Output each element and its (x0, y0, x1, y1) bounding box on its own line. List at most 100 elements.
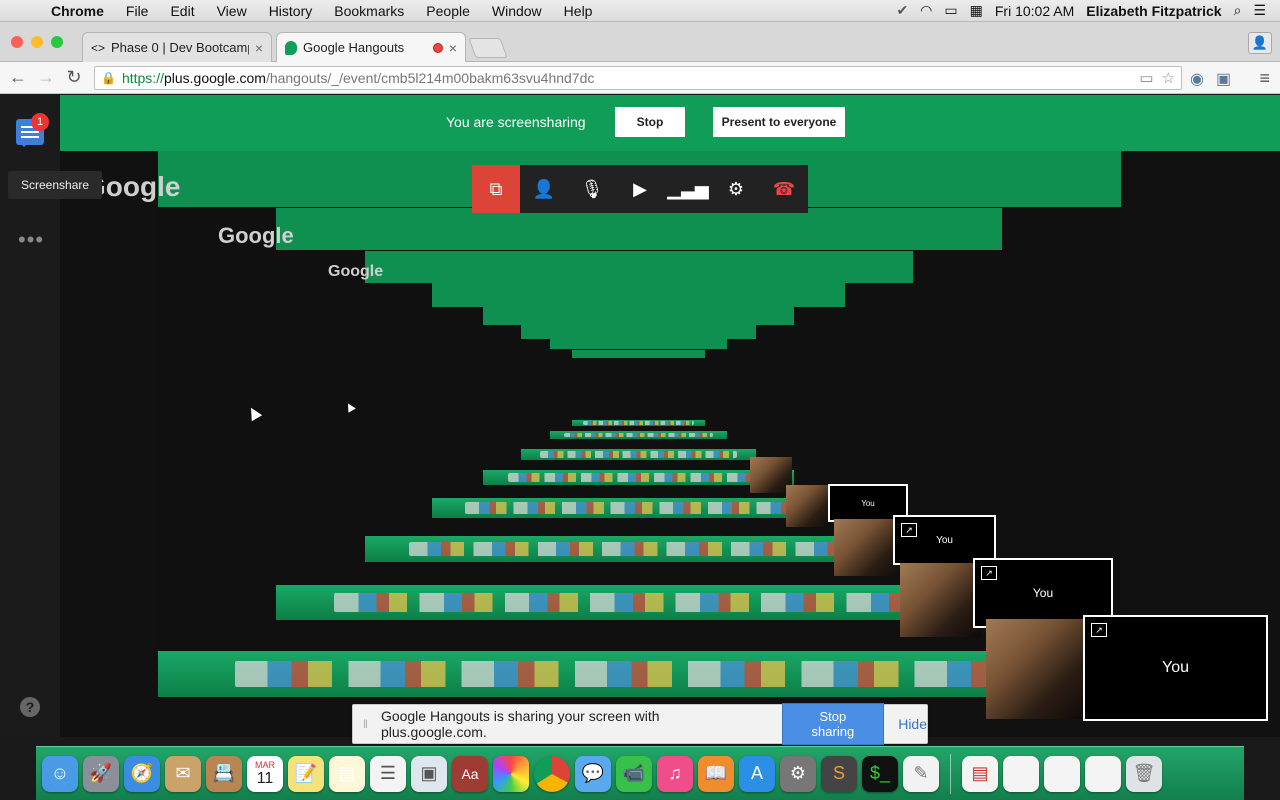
menu-history[interactable]: History (258, 3, 324, 19)
tab-google-hangouts[interactable]: Google Hangouts × (276, 32, 466, 62)
self-view-tile[interactable]: ↗ You (1083, 615, 1268, 721)
more-options-icon[interactable]: ••• (18, 227, 44, 253)
terminal-icon[interactable]: $_ (862, 755, 898, 792)
menu-window[interactable]: Window (481, 3, 553, 19)
hide-button[interactable]: Hide (898, 716, 927, 732)
menu-edit[interactable]: Edit (159, 3, 205, 19)
preview-icon[interactable]: ▣ (411, 755, 447, 792)
present-to-everyone-button[interactable]: Present to everyone (713, 107, 845, 137)
extension-icons: ◉ ▣ (1190, 69, 1231, 89)
settings-gear-icon[interactable]: ⚙ (712, 165, 760, 213)
menu-app-chrome[interactable]: Chrome (40, 3, 115, 19)
help-icon[interactable]: ? (20, 697, 40, 717)
clock[interactable]: Fri 10:02 AM (995, 3, 1074, 19)
preview-top (432, 283, 845, 307)
calendar-icon[interactable]: MAR 11 (247, 755, 283, 792)
window-controls (11, 36, 63, 48)
chrome-menu-icon[interactable]: ≡ (1259, 68, 1270, 89)
add-person-icon[interactable]: 👤 (520, 165, 568, 213)
stickies-icon[interactable]: 📝 (288, 755, 324, 792)
tab-label: Phase 0 | Dev Bootcamp (111, 40, 249, 55)
contacts-icon[interactable]: 📇 (206, 755, 242, 792)
mail-icon[interactable]: ✉ (165, 755, 201, 792)
user-name[interactable]: Elizabeth Fitzpatrick (1086, 3, 1221, 19)
dock: ☺ 🚀 🧭 ✉ 📇 MAR 11 📝 ▤ ☰ ▣ Aa 💬 📹 ♫ 📖 A ⚙ … (36, 746, 1244, 800)
preview-top (550, 339, 727, 349)
minimized-window-icon[interactable] (1044, 755, 1080, 792)
code-icon: <> (91, 40, 106, 55)
menu-file[interactable]: File (115, 3, 160, 19)
close-window-button[interactable] (11, 36, 23, 48)
maximize-window-button[interactable] (51, 36, 63, 48)
close-icon[interactable]: × (255, 40, 263, 56)
photos-icon[interactable] (493, 755, 529, 792)
calendar-tray-icon[interactable]: ▦ (970, 2, 983, 19)
chrome-icon[interactable] (534, 755, 570, 792)
hang-up-icon[interactable]: ☎ (760, 165, 808, 213)
system-preferences-icon[interactable]: ⚙ (780, 755, 816, 792)
notes-icon[interactable]: ▤ (329, 755, 365, 792)
screenshare-preview (572, 350, 705, 426)
close-icon[interactable]: × (449, 40, 457, 56)
minimized-window-icon[interactable] (1003, 755, 1039, 792)
reminders-icon[interactable]: ☰ (370, 755, 406, 792)
document-icon[interactable]: ▤ (962, 755, 998, 792)
pop-out-icon[interactable]: ↗ (1091, 623, 1107, 637)
preview-dock (158, 651, 1121, 697)
hangouts-icon (285, 40, 297, 55)
stop-button[interactable]: Stop (615, 107, 685, 137)
itunes-icon[interactable]: ♫ (657, 755, 693, 792)
screenshare-banner: You are screensharing Stop Present to ev… (60, 95, 1280, 151)
minimized-window-icon[interactable] (1085, 755, 1121, 792)
recording-icon (432, 42, 443, 53)
new-tab-button[interactable] (468, 38, 508, 58)
menu-view[interactable]: View (206, 3, 258, 19)
safari-icon[interactable]: 🧭 (124, 755, 160, 792)
dictionary-icon[interactable]: Aa (452, 755, 488, 792)
mic-muted-icon[interactable]: 🎙 (568, 165, 616, 213)
trash-icon[interactable]: 🗑 (1126, 755, 1162, 792)
google-logo: Google (218, 223, 294, 248)
forward-button[interactable]: → (32, 67, 60, 88)
notification-center-icon[interactable]: ☰ (1253, 2, 1266, 19)
screenshare-toggle-icon[interactable]: ⧉ (472, 165, 520, 213)
menu-people[interactable]: People (415, 3, 481, 19)
stop-sharing-button[interactable]: Stop sharing (781, 703, 885, 745)
webcam-thumbnail (834, 519, 902, 576)
url-path: /hangouts/_/event/cmb5l214m00bakm63svu4h… (265, 70, 595, 86)
self-view-label: You (936, 534, 953, 546)
menu-help[interactable]: Help (553, 3, 604, 19)
url-scheme: https:// (121, 70, 164, 86)
wifi-icon[interactable]: ◠ (920, 2, 932, 19)
battery-icon[interactable]: ▭ (944, 2, 957, 19)
camera-off-icon[interactable]: ▶ (616, 165, 664, 213)
extension-icon[interactable]: ◉ (1190, 69, 1204, 89)
hangouts-page: Google Google Google You are screenshari… (0, 95, 1280, 737)
messages-icon[interactable]: 💬 (575, 755, 611, 792)
drag-handle-icon[interactable]: ‖ (363, 717, 377, 731)
sublime-text-icon[interactable]: S (821, 755, 857, 792)
minimize-window-button[interactable] (31, 36, 43, 48)
reload-button[interactable]: ↻ (60, 67, 88, 88)
menu-bookmarks[interactable]: Bookmarks (323, 3, 415, 19)
pop-out-icon[interactable]: ↗ (901, 523, 917, 537)
textedit-icon[interactable]: ✎ (903, 755, 939, 792)
check-icon[interactable]: ✔ (896, 2, 908, 19)
camera-icon[interactable]: ▭ (1139, 69, 1153, 87)
address-bar[interactable]: 🔒 https:// plus.google.com /hangouts/_/e… (94, 66, 1182, 90)
preview-dock (432, 498, 845, 518)
back-button[interactable]: ← (4, 67, 32, 88)
app-store-icon[interactable]: A (739, 755, 775, 792)
facetime-icon[interactable]: 📹 (616, 755, 652, 792)
signal-bars-icon[interactable]: ▁▃▅ (664, 165, 712, 213)
launchpad-icon[interactable]: 🚀 (83, 755, 119, 792)
call-controls: ⧉ 👤 🎙 ▶ ▁▃▅ ⚙ ☎ (472, 165, 808, 213)
profile-icon[interactable]: 👤 (1248, 32, 1272, 54)
tab-dev-bootcamp[interactable]: <> Phase 0 | Dev Bootcamp × (82, 32, 272, 62)
star-icon[interactable]: ☆ (1162, 69, 1175, 87)
spotlight-search-icon[interactable]: ⌕ (1234, 2, 1242, 19)
extension-icon[interactable]: ▣ (1216, 69, 1231, 89)
finder-icon[interactable]: ☺ (42, 755, 78, 792)
ibooks-icon[interactable]: 📖 (698, 755, 734, 792)
pop-out-icon[interactable]: ↗ (981, 566, 997, 580)
